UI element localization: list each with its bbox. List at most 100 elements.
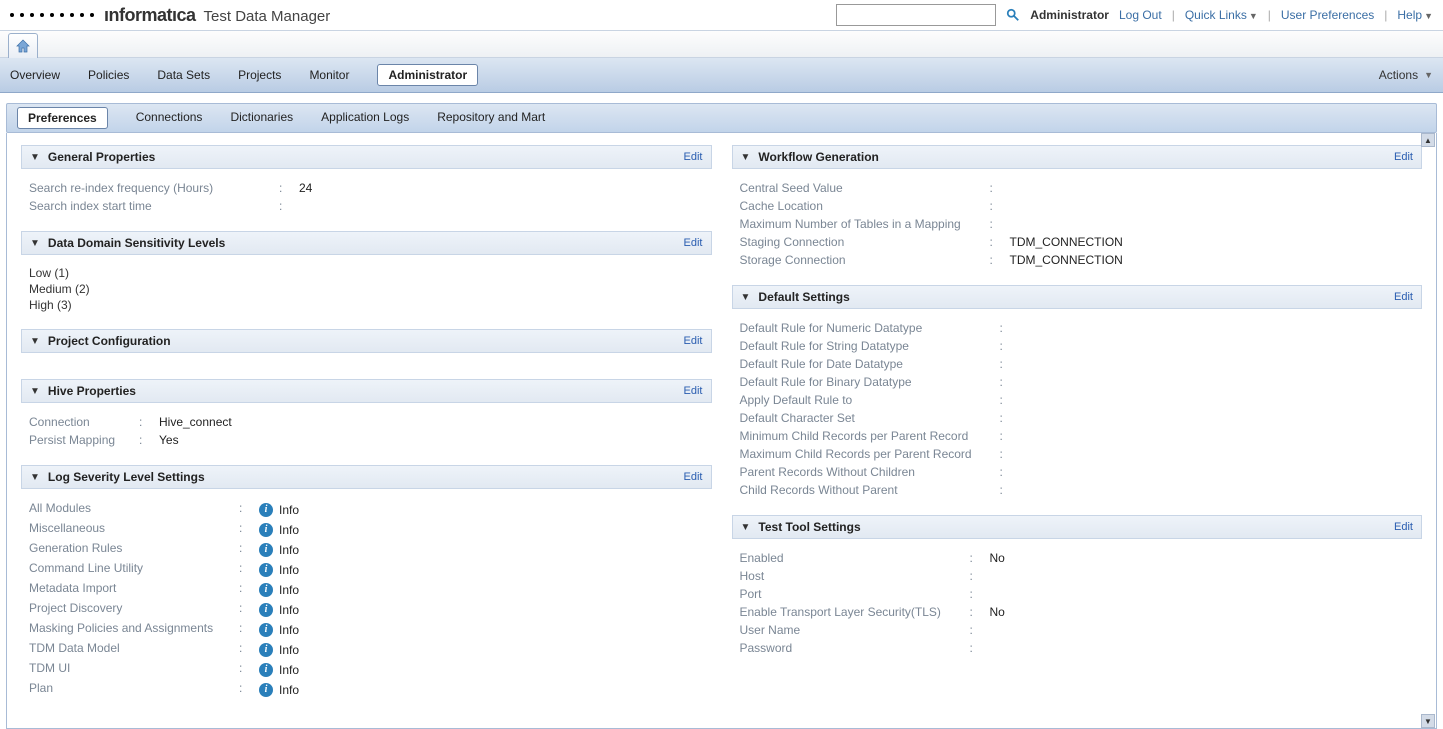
- sensitivity-level: Low (1): [29, 265, 704, 281]
- property-row: Child Records Without Parent:: [740, 481, 1415, 499]
- value: No: [990, 551, 1005, 565]
- panel-hive-head[interactable]: ▼ Hive Properties Edit: [21, 379, 712, 403]
- panel-general-head[interactable]: ▼ General Properties Edit: [21, 145, 712, 169]
- info-icon: i: [259, 503, 273, 517]
- edit-link-general[interactable]: Edit: [684, 151, 703, 163]
- edit-link-hive[interactable]: Edit: [684, 385, 703, 397]
- value: 24: [299, 181, 312, 195]
- label: Default Rule for String Datatype: [740, 339, 1000, 353]
- tab-monitor[interactable]: Monitor: [309, 68, 349, 82]
- scroll-up-button[interactable]: ▲: [1421, 133, 1435, 147]
- quick-links-menu[interactable]: Quick Links▼: [1185, 8, 1258, 22]
- property-row: TDM Data Model:iInfo: [29, 639, 704, 659]
- subtab-repo[interactable]: Repository and Mart: [437, 110, 545, 126]
- content-area: ▼ General Properties Edit Search re-inde…: [6, 133, 1437, 729]
- panel-sensitivity-head[interactable]: ▼ Data Domain Sensitivity Levels Edit: [21, 231, 712, 255]
- panel-testtool-body: Enabled:NoHost:Port:Enable Transport Lay…: [732, 539, 1423, 663]
- home-icon: [15, 39, 31, 53]
- tab-overview[interactable]: Overview: [10, 68, 60, 82]
- edit-link-defaults[interactable]: Edit: [1394, 291, 1413, 303]
- collapse-icon: ▼: [30, 152, 40, 163]
- info-icon: i: [259, 563, 273, 577]
- value: iInfo: [259, 641, 299, 657]
- edit-link-projectconf[interactable]: Edit: [684, 335, 703, 347]
- label: Default Rule for Binary Datatype: [740, 375, 1000, 389]
- label: Default Rule for Numeric Datatype: [740, 321, 1000, 335]
- edit-link-sensitivity[interactable]: Edit: [684, 237, 703, 249]
- logout-link[interactable]: Log Out: [1119, 8, 1162, 22]
- info-icon: i: [259, 623, 273, 637]
- info-icon: i: [259, 543, 273, 557]
- panel-title: Hive Properties: [48, 384, 136, 398]
- actions-menu[interactable]: Actions▼: [1379, 68, 1433, 82]
- right-column: ▼ Workflow Generation Edit Central Seed …: [732, 145, 1423, 716]
- value: iInfo: [259, 521, 299, 537]
- label: Password: [740, 641, 970, 655]
- collapse-icon: ▼: [741, 292, 751, 303]
- panel-workflow-body: Central Seed Value:Cache Location:Maximu…: [732, 169, 1423, 275]
- collapse-icon: ▼: [30, 386, 40, 397]
- value: No: [990, 605, 1005, 619]
- property-row: Default Rule for String Datatype:: [740, 337, 1415, 355]
- decorative-dots: [10, 13, 94, 17]
- label: Search index start time: [29, 199, 279, 213]
- panel-defaults-head[interactable]: ▼ Default Settings Edit: [732, 285, 1423, 309]
- label: Minimum Child Records per Parent Record: [740, 429, 1000, 443]
- label: Maximum Child Records per Parent Record: [740, 447, 1000, 461]
- home-tab[interactable]: [8, 33, 38, 58]
- label: Generation Rules: [29, 541, 239, 557]
- tab-administrator[interactable]: Administrator: [377, 64, 478, 86]
- info-icon: i: [259, 523, 273, 537]
- info-icon: i: [259, 603, 273, 617]
- panel-title: Project Configuration: [48, 334, 171, 348]
- help-menu[interactable]: Help▼: [1397, 8, 1433, 22]
- panel-testtool-head[interactable]: ▼ Test Tool Settings Edit: [732, 515, 1423, 539]
- left-column: ▼ General Properties Edit Search re-inde…: [21, 145, 712, 716]
- label: Parent Records Without Children: [740, 465, 1000, 479]
- value: Hive_connect: [159, 415, 232, 429]
- value: iInfo: [259, 541, 299, 557]
- property-row: Masking Policies and Assignments:iInfo: [29, 619, 704, 639]
- edit-link-testtool[interactable]: Edit: [1394, 521, 1413, 533]
- subtab-preferences[interactable]: Preferences: [17, 107, 108, 129]
- edit-link-log[interactable]: Edit: [684, 471, 703, 483]
- panel-workflow-head[interactable]: ▼ Workflow Generation Edit: [732, 145, 1423, 169]
- label: Enabled: [740, 551, 970, 565]
- panel-projectconf-head[interactable]: ▼ Project Configuration Edit: [21, 329, 712, 353]
- property-row: Storage Connection:TDM_CONNECTION: [740, 251, 1415, 269]
- tab-policies[interactable]: Policies: [88, 68, 129, 82]
- search-input[interactable]: [836, 4, 996, 26]
- label: Persist Mapping: [29, 433, 139, 447]
- value: TDM_CONNECTION: [1010, 235, 1123, 249]
- value: iInfo: [259, 581, 299, 597]
- subtab-connections[interactable]: Connections: [136, 110, 203, 126]
- search-icon[interactable]: [1006, 8, 1020, 22]
- property-row: Maximum Child Records per Parent Record:: [740, 445, 1415, 463]
- value: iInfo: [259, 661, 299, 677]
- scroll-down-button[interactable]: ▼: [1421, 714, 1435, 728]
- subtab-dictionaries[interactable]: Dictionaries: [230, 110, 293, 126]
- tab-datasets[interactable]: Data Sets: [157, 68, 210, 82]
- chevron-down-icon: ▼: [1424, 11, 1433, 21]
- info-icon: i: [259, 643, 273, 657]
- panel-sensitivity-body: Low (1)Medium (2)High (3): [21, 255, 712, 319]
- collapse-icon: ▼: [30, 336, 40, 347]
- property-row: Default Rule for Binary Datatype:: [740, 373, 1415, 391]
- label: Masking Policies and Assignments: [29, 621, 239, 637]
- chevron-down-icon: ▼: [1249, 11, 1258, 21]
- label: Central Seed Value: [740, 181, 990, 195]
- subtab-applogs[interactable]: Application Logs: [321, 110, 409, 126]
- label: Enable Transport Layer Security(TLS): [740, 605, 970, 619]
- property-row: Default Character Set:: [740, 409, 1415, 427]
- label: Child Records Without Parent: [740, 483, 1000, 497]
- tab-projects[interactable]: Projects: [238, 68, 281, 82]
- property-row: Central Seed Value:: [740, 179, 1415, 197]
- edit-link-workflow[interactable]: Edit: [1394, 151, 1413, 163]
- property-row: Miscellaneous:iInfo: [29, 519, 704, 539]
- property-row: Apply Default Rule to:: [740, 391, 1415, 409]
- user-prefs-link[interactable]: User Preferences: [1281, 8, 1374, 22]
- value: iInfo: [259, 561, 299, 577]
- panel-log-head[interactable]: ▼ Log Severity Level Settings Edit: [21, 465, 712, 489]
- panel-projectconf-body: [21, 353, 712, 369]
- property-row: Host:: [740, 567, 1415, 585]
